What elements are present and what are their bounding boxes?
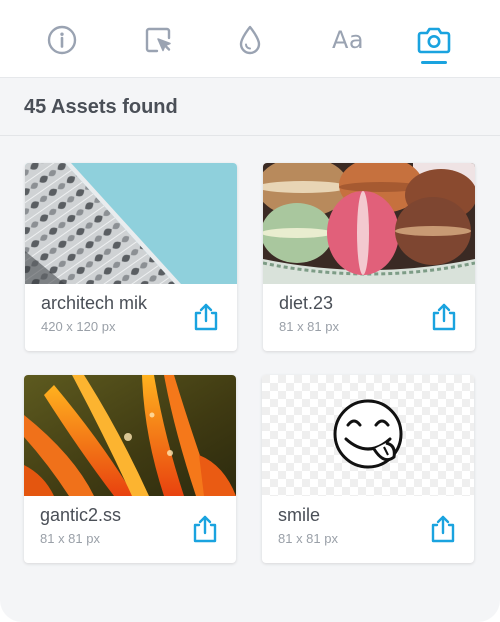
share-icon <box>429 302 459 337</box>
asset-size: 420 x 120 px <box>41 319 116 334</box>
asset-thumbnail-architecture <box>25 163 237 284</box>
info-icon <box>47 25 77 55</box>
tab-info[interactable] <box>42 20 82 60</box>
asset-card[interactable]: smile 81 x 81 px <box>262 375 474 563</box>
share-icon <box>190 514 220 549</box>
asset-name: smile <box>278 505 321 525</box>
share-button[interactable] <box>188 514 222 548</box>
tab-assets[interactable] <box>414 20 454 60</box>
asset-name: architech mik <box>41 293 148 313</box>
share-icon <box>191 302 221 337</box>
asset-card[interactable]: diet.23 81 x 81 px <box>263 163 475 351</box>
active-tab-indicator <box>421 61 447 64</box>
results-count-title: 45 Assets found <box>24 96 178 118</box>
color-drop-icon <box>235 24 265 56</box>
asset-size: 81 x 81 px <box>279 319 339 334</box>
asset-card[interactable]: gantic2.ss 81 x 81 px <box>24 375 236 563</box>
assets-panel: Aa 45 Assets found architech mik 420 x 1… <box>0 0 500 622</box>
share-button[interactable] <box>427 302 461 336</box>
camera-icon <box>417 25 451 55</box>
asset-size: 81 x 81 px <box>40 531 100 546</box>
asset-name: diet.23 <box>279 293 334 313</box>
asset-card[interactable]: architech mik 420 x 120 px <box>25 163 237 351</box>
smiley-emoji-icon <box>333 399 403 469</box>
asset-size: 81 x 81 px <box>278 531 338 546</box>
asset-name: gantic2.ss <box>40 505 122 525</box>
select-cursor-icon <box>143 25 173 55</box>
typography-icon: Aa <box>331 26 365 54</box>
toolbar: Aa <box>0 0 500 78</box>
asset-thumbnail-smile <box>262 375 474 496</box>
tab-select[interactable] <box>138 20 178 60</box>
share-icon <box>428 514 458 549</box>
tab-color[interactable] <box>230 20 270 60</box>
results-header: 45 Assets found <box>0 78 500 136</box>
asset-thumbnail-macarons <box>263 163 475 284</box>
share-button[interactable] <box>426 514 460 548</box>
asset-thumbnail-flower <box>24 375 236 496</box>
share-button[interactable] <box>189 302 223 336</box>
tab-typography[interactable]: Aa <box>326 20 370 60</box>
